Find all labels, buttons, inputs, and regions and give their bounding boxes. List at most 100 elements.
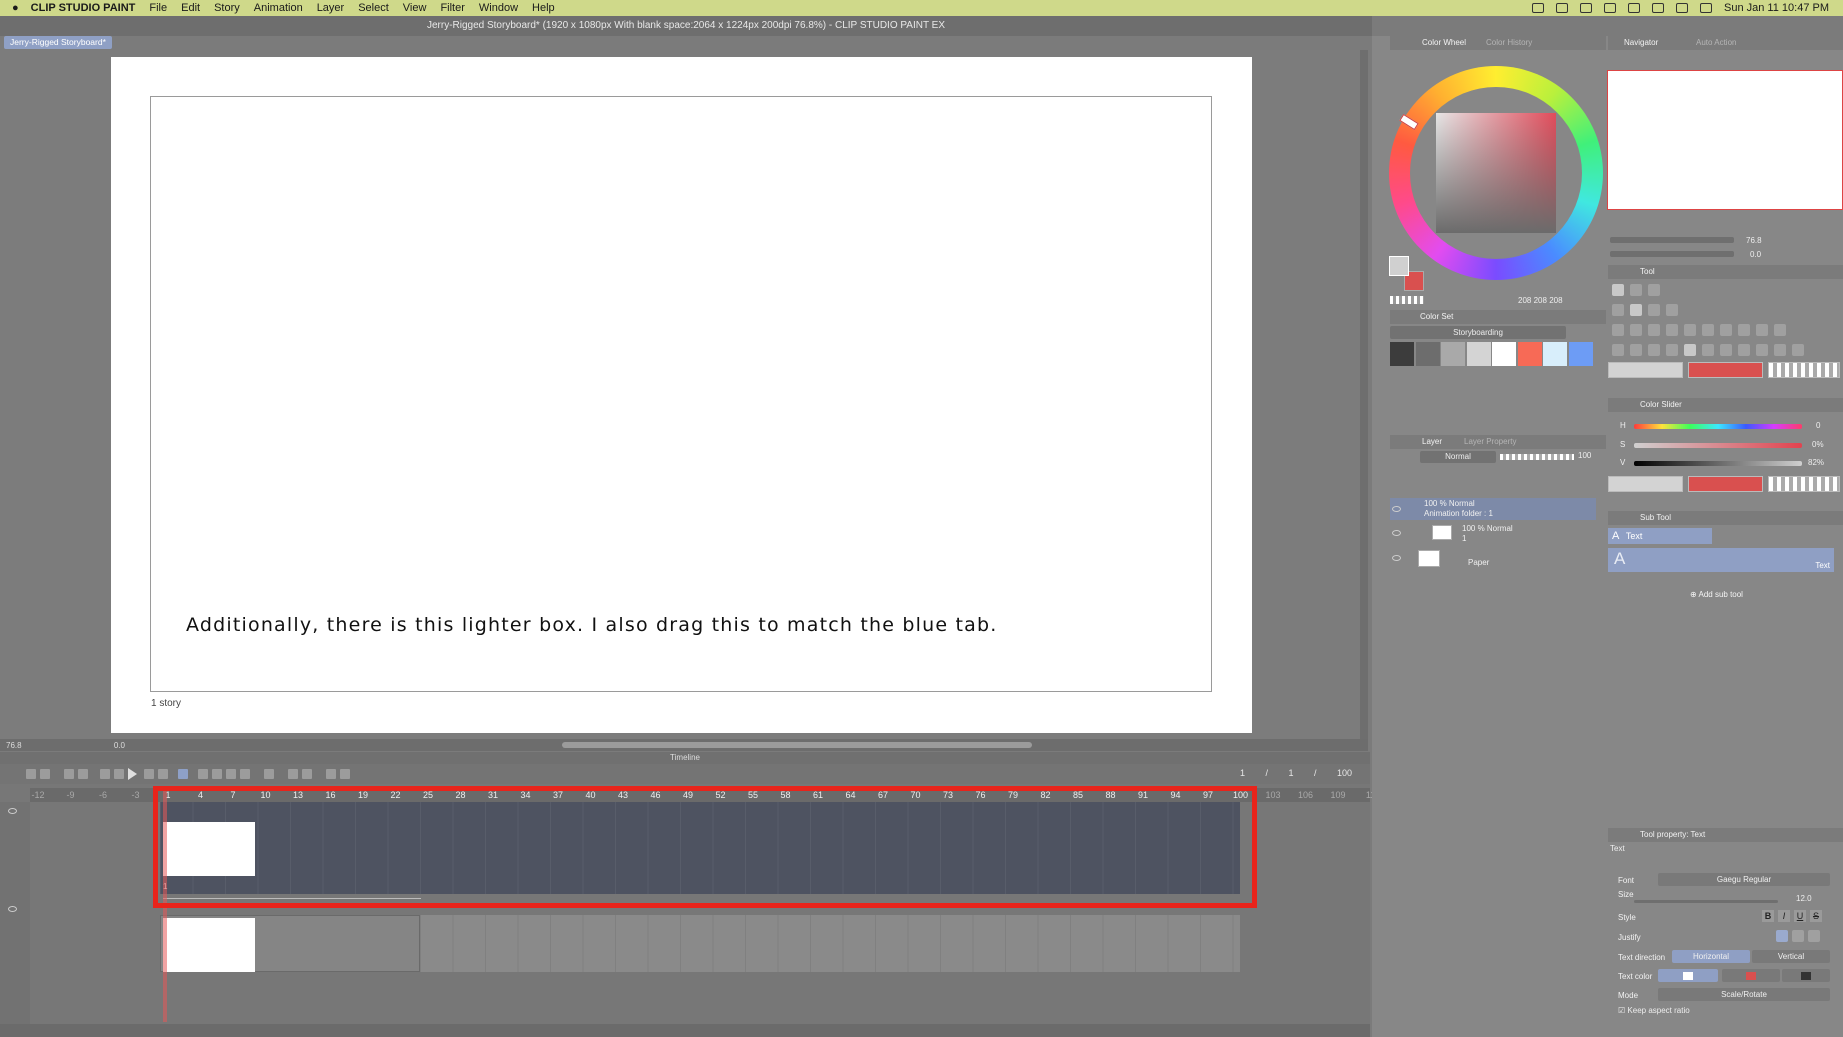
tab-color-history[interactable]: Color History [1486, 36, 1532, 50]
tab-sub-tool[interactable]: Sub Tool [1640, 511, 1671, 525]
hue-value[interactable]: 0 [1816, 421, 1820, 430]
tool-button-icon[interactable] [1684, 324, 1696, 336]
navigator-rotate-slider[interactable] [1610, 251, 1734, 257]
frame-counter[interactable]: 1 / 1 / 100 [1240, 768, 1352, 778]
light-table-icon[interactable] [240, 769, 250, 779]
timeline-scrollbar[interactable] [0, 1024, 1370, 1037]
hue-slider[interactable] [1634, 424, 1802, 429]
next-frame-icon[interactable] [144, 769, 154, 779]
loop-icon[interactable] [178, 769, 188, 779]
tool-button-icon[interactable] [1720, 324, 1732, 336]
tool-button-icon[interactable] [1630, 324, 1642, 336]
layer-row-cel[interactable]: 100 % Normal 1 [1390, 522, 1596, 544]
justify-right-icon[interactable] [1808, 930, 1820, 942]
color-swatch[interactable] [1441, 342, 1465, 366]
zoom-out-icon[interactable] [64, 769, 74, 779]
menu-file[interactable]: File [149, 2, 167, 14]
tool-button-icon[interactable] [1612, 304, 1624, 316]
layer-eye-icon[interactable] [1392, 555, 1401, 561]
tab-color-set[interactable]: Color Set [1420, 310, 1453, 324]
tool-button-icon[interactable] [1774, 344, 1786, 356]
text-color-sub-option[interactable] [1722, 969, 1780, 982]
tool-button-icon[interactable] [1648, 324, 1660, 336]
camera-icon[interactable] [326, 769, 336, 779]
layer-eye-icon[interactable] [1392, 530, 1401, 536]
track-visibility-eye-icon[interactable] [8, 808, 17, 814]
specify-cel-icon[interactable] [212, 769, 222, 779]
menu-story[interactable]: Story [214, 2, 240, 14]
keyframe-icon[interactable] [264, 769, 274, 779]
tool-button-icon[interactable] [1756, 344, 1768, 356]
tool-button-icon[interactable] [1702, 344, 1714, 356]
zoom-in-icon[interactable] [78, 769, 88, 779]
prev-frame-icon[interactable] [114, 769, 124, 779]
timeline-edit-icon[interactable] [40, 769, 50, 779]
track-visibility-eye-icon[interactable] [8, 906, 17, 912]
slider-transparent-color[interactable] [1768, 476, 1840, 492]
layer-opacity-value[interactable]: 100 [1578, 451, 1591, 460]
sub-tool-text-large[interactable]: A Text [1608, 548, 1834, 572]
mode-dropdown[interactable]: Scale/Rotate [1658, 988, 1830, 1001]
strikethrough-button[interactable]: S [1810, 910, 1822, 922]
menubar-clock[interactable]: Sun Jan 11 10:47 PM [1724, 2, 1829, 14]
tool-button-icon[interactable] [1702, 324, 1714, 336]
menu-filter[interactable]: Filter [440, 2, 464, 14]
slider-sub-color[interactable] [1688, 476, 1763, 492]
tool-button-icon[interactable] [1648, 284, 1660, 296]
tool-button-icon[interactable] [1756, 324, 1768, 336]
pen-icon[interactable] [340, 769, 350, 779]
tool-button-icon[interactable] [1648, 304, 1660, 316]
tool-button-icon[interactable] [1630, 304, 1642, 316]
navigator-zoom-value[interactable]: 76.8 [1746, 236, 1762, 245]
menu-layer[interactable]: Layer [317, 2, 345, 14]
menu-window[interactable]: Window [479, 2, 518, 14]
tool-button-icon[interactable] [1666, 324, 1678, 336]
navigator-zoom-slider[interactable] [1610, 237, 1734, 243]
tab-layer[interactable]: Layer [1422, 435, 1442, 449]
text-color-main-option[interactable] [1658, 969, 1718, 982]
direction-horizontal-button[interactable]: Horizontal [1672, 950, 1750, 963]
saturation-slider[interactable] [1634, 443, 1802, 448]
keep-aspect-checkbox[interactable]: ☑ Keep aspect ratio [1618, 1006, 1690, 1015]
color-swatch[interactable] [1492, 342, 1516, 366]
storyboard-cel-thumbnail[interactable] [163, 918, 255, 972]
headphones-icon[interactable] [1628, 3, 1641, 13]
menu-edit[interactable]: Edit [181, 2, 200, 14]
layer-opacity-slider[interactable] [1500, 454, 1574, 460]
keyframe-add-icon[interactable] [302, 769, 312, 779]
direction-vertical-button[interactable]: Vertical [1752, 950, 1830, 963]
app-menu[interactable]: CLIP STUDIO PAINT [31, 2, 136, 14]
underline-button[interactable]: U [1794, 910, 1806, 922]
size-value[interactable]: 12.0 [1796, 894, 1812, 903]
layer-eye-icon[interactable] [1392, 506, 1401, 512]
document-tab[interactable]: Jerry-Rigged Storyboard* [4, 36, 112, 49]
tool-button-icon[interactable] [1612, 284, 1624, 296]
justify-center-icon[interactable] [1792, 930, 1804, 942]
tool-main-color[interactable] [1608, 362, 1683, 378]
new-timeline-icon[interactable] [26, 769, 36, 779]
tool-button-icon[interactable] [1612, 344, 1624, 356]
italic-button[interactable]: I [1778, 910, 1790, 922]
navigator-angle-value[interactable]: 0.0 [1750, 250, 1761, 259]
layer-row-paper[interactable]: Paper [1390, 548, 1596, 570]
saturation-value[interactable]: 0% [1812, 440, 1824, 449]
canvas-scroll-thumb[interactable] [562, 742, 1032, 748]
tool-button-icon[interactable] [1774, 324, 1786, 336]
color-swatch[interactable] [1415, 342, 1440, 366]
input-source-icon[interactable] [1580, 3, 1593, 13]
bold-button[interactable]: B [1762, 910, 1774, 922]
canvas-zoom-readout[interactable]: 76.8 0.0 [6, 741, 125, 750]
wifi-icon[interactable] [1676, 3, 1689, 13]
tool-button-icon[interactable] [1666, 304, 1678, 316]
tool-button-icon[interactable] [1612, 324, 1624, 336]
grid-icon[interactable] [1556, 3, 1569, 13]
tab-tool[interactable]: Tool [1640, 265, 1655, 279]
tool-button-icon[interactable] [1630, 284, 1642, 296]
menu-select[interactable]: Select [358, 2, 389, 14]
bluetooth-icon[interactable] [1652, 3, 1665, 13]
tool-sub-color[interactable] [1688, 362, 1763, 378]
layer-row-animation-folder[interactable]: 100 % Normal Animation folder : 1 [1390, 498, 1596, 520]
navigator-preview[interactable] [1607, 70, 1843, 210]
tool-button-icon[interactable] [1792, 344, 1804, 356]
tool-button-icon[interactable] [1648, 344, 1660, 356]
